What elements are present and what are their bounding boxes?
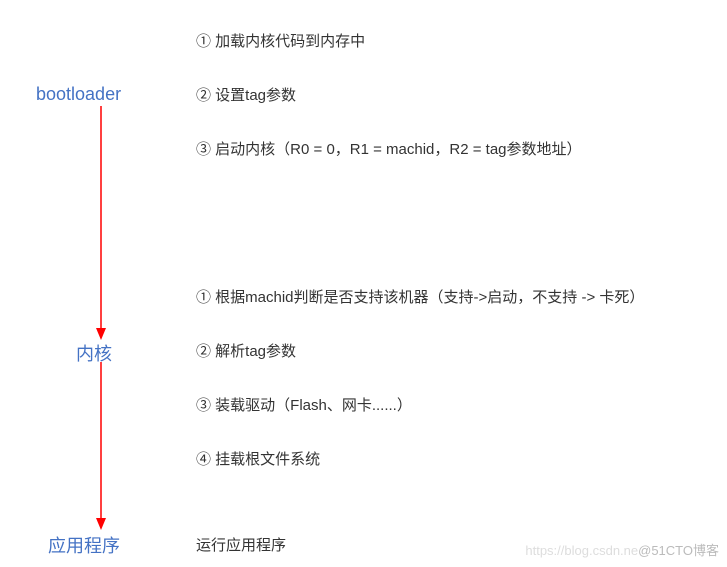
kernel-step-4: ④ 挂载根文件系统 xyxy=(196,448,320,469)
bootloader-step-3: ③ 启动内核（R0 = 0，R1 = machid，R2 = tag参数地址） xyxy=(196,138,582,159)
watermark: https://blog.csdn.ne@51CTO博客 xyxy=(525,540,719,559)
watermark-right: @51CTO博客 xyxy=(638,543,719,558)
kernel-step-1: ① 根据machid判断是否支持该机器（支持->启动，不支持 -> 卡死） xyxy=(196,286,644,307)
kernel-step-2: ② 解析tag参数 xyxy=(196,340,296,361)
app-step-1: 运行应用程序 xyxy=(196,534,286,555)
stage-bootloader-label: bootloader xyxy=(36,84,121,105)
kernel-step-3: ③ 装载驱动（Flash、网卡......） xyxy=(196,394,412,415)
stage-kernel-label: 内核 xyxy=(76,340,112,366)
flow-arrow xyxy=(94,106,108,530)
diagram-container: bootloader 内核 应用程序 ① 加载内核代码到内存中 ② 设置tag参… xyxy=(0,0,727,567)
watermark-left: https://blog.csdn.ne xyxy=(525,543,638,558)
bootloader-step-1: ① 加载内核代码到内存中 xyxy=(196,30,365,51)
bootloader-step-2: ② 设置tag参数 xyxy=(196,84,296,105)
stage-app-label: 应用程序 xyxy=(48,532,120,558)
